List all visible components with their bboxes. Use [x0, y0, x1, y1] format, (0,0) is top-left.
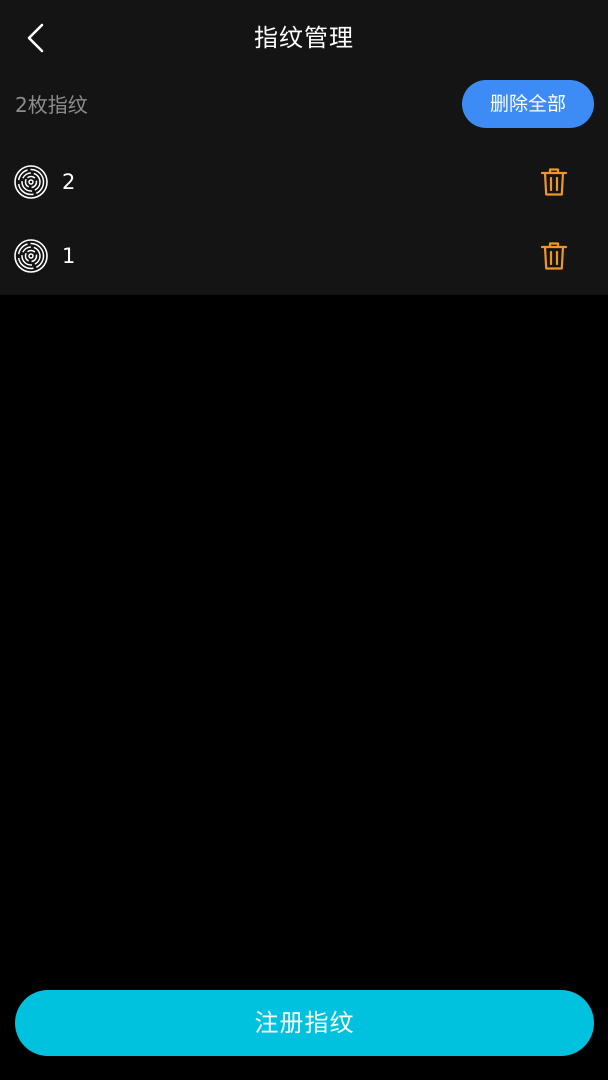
- trash-icon: [540, 242, 568, 270]
- header-bar: 指纹管理: [0, 0, 608, 76]
- register-fingerprint-button[interactable]: 注册指纹: [15, 990, 594, 1056]
- fingerprint-count-label: 2枚指纹: [15, 93, 88, 117]
- fingerprint-name: 1: [62, 244, 76, 268]
- fingerprint-icon: [14, 239, 48, 273]
- fingerprint-name: 2: [62, 170, 76, 194]
- fingerprint-list-item: 2: [0, 146, 608, 220]
- summary-row: 2枚指纹 删除全部: [0, 78, 608, 132]
- top-panel: 指纹管理 2枚指纹 删除全部 2 1: [0, 0, 608, 295]
- fingerprint-icon: [14, 165, 48, 199]
- delete-all-button[interactable]: 删除全部: [462, 80, 594, 128]
- chevron-left-icon: [27, 23, 44, 53]
- delete-fingerprint-button[interactable]: [532, 160, 576, 204]
- delete-fingerprint-button[interactable]: [532, 234, 576, 278]
- trash-icon: [540, 168, 568, 196]
- back-button[interactable]: [14, 16, 58, 60]
- page-title: 指纹管理: [254, 24, 354, 52]
- fingerprint-list: 2 1: [0, 146, 608, 294]
- fingerprint-list-item: 1: [0, 220, 608, 294]
- fingerprint-management-screen: 指纹管理 2枚指纹 删除全部 2 1 注册指纹: [0, 0, 608, 1080]
